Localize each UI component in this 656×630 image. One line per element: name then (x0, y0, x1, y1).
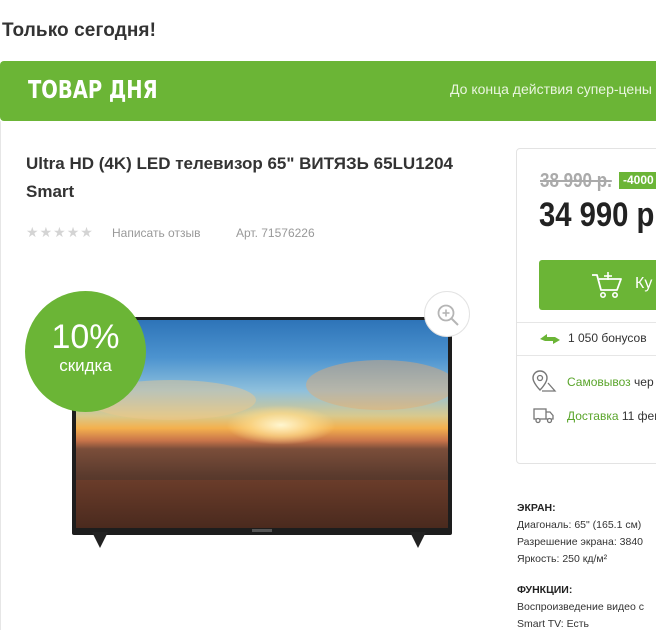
page-heading: Только сегодня! (2, 20, 157, 41)
spec-section-screen: ЭКРАН: (517, 502, 556, 514)
spec-brightness: Яркость: 250 кд/м² (517, 553, 608, 565)
product-sku: Арт. 71576226 (236, 226, 315, 240)
spec-gap (517, 568, 656, 582)
discount-badge: 10% скидка (25, 291, 146, 412)
star-icon: ★ (66, 224, 80, 240)
delivery-info: 11 фев (621, 409, 656, 423)
spec-section-functions: ФУНКЦИИ: (517, 584, 573, 596)
zoom-button[interactable] (424, 291, 470, 337)
star-icon: ★ (26, 224, 39, 240)
buy-button-label: Ку (635, 275, 653, 292)
product-title[interactable]: Ultra HD (4K) LED телевизор 65" ВИТЯЗЬ 6… (26, 150, 496, 206)
pickup-link[interactable]: Самовывоз (567, 375, 631, 389)
current-price: 34 990 р. (539, 196, 656, 234)
tv-cloud (306, 360, 448, 410)
zoom-in-icon (437, 304, 459, 326)
bonus-icon (540, 334, 560, 344)
buy-button[interactable]: Ку (539, 260, 656, 310)
star-icon: ★ (39, 224, 53, 240)
tv-logo (252, 529, 272, 532)
truck-icon (533, 408, 554, 424)
tv-stand-left (92, 532, 108, 548)
star-icon: ★ (53, 224, 66, 240)
star-icon: ★ (80, 224, 93, 240)
map-pin-icon (532, 370, 557, 392)
pickup-info: чер (630, 375, 654, 389)
tv-sunset (226, 405, 336, 445)
delivery-option[interactable]: Доставка 11 фев (567, 409, 656, 423)
discount-label: скидка (59, 356, 112, 375)
banner-title: ТОВАР ДНЯ (28, 75, 158, 104)
write-review-link[interactable]: Написать отзыв (112, 226, 200, 240)
old-price: 38 990 р. (540, 170, 612, 192)
deal-of-day-banner: ТОВАР ДНЯ До конца действия супер-цены (0, 61, 656, 121)
divider (517, 322, 656, 323)
product-rating: ★ ★ ★ ★ ★ (26, 225, 93, 239)
spec-summary: ЭКРАН: Диагональ: 65" (165.1 см) Разреше… (517, 500, 656, 630)
banner-countdown-note: До конца действия супер-цены (450, 81, 652, 97)
spec-video-playback: Воспроизведение видео с (517, 601, 645, 613)
divider (517, 355, 656, 356)
spec-resolution: Разрешение экрана: 3840 (517, 536, 644, 548)
savings-badge: -4000 (619, 172, 656, 189)
tv-stand-right (410, 532, 426, 548)
delivery-link[interactable]: Доставка (567, 409, 619, 423)
discount-percent: 10% (51, 318, 120, 356)
spec-smart-tv: Smart TV: Есть (517, 618, 590, 630)
pickup-option[interactable]: Самовывоз чер (567, 375, 654, 389)
cart-icon (592, 272, 622, 298)
spec-diagonal: Диагональ: 65" (165.1 см) (517, 519, 642, 531)
tv-field (76, 480, 448, 528)
bonus-points: 1 050 бонусов (568, 331, 647, 345)
